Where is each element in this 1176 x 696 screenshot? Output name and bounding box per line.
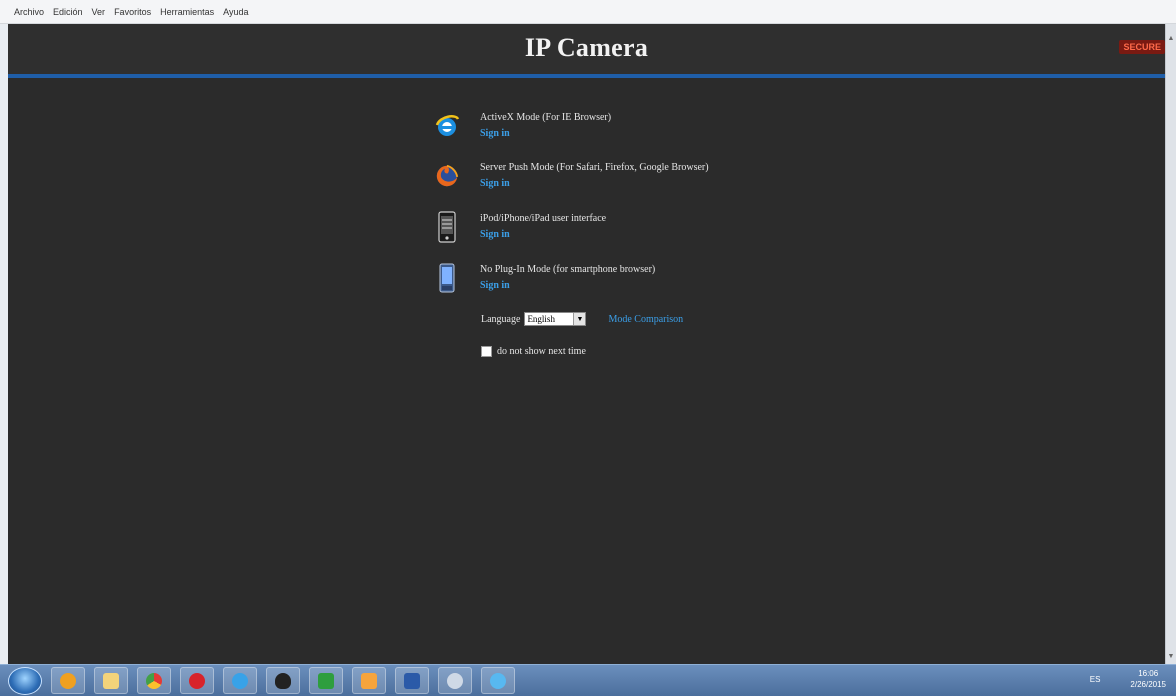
tray-language[interactable]: ES — [1090, 675, 1101, 684]
clock-time: 16:06 — [1138, 669, 1159, 678]
taskbar-spreadsheet[interactable] — [309, 667, 343, 694]
language-select[interactable]: English ▼ — [524, 312, 587, 326]
mode-server-push-label: Server Push Mode (For Safari, Firefox, G… — [480, 162, 709, 173]
mode-ios-label: iPod/iPhone/iPad user interface — [480, 213, 607, 224]
taskbar-search[interactable] — [438, 667, 472, 694]
server-push-sign-in-link[interactable]: Sign in — [480, 178, 510, 189]
firefox-icon — [434, 160, 460, 192]
start-button[interactable] — [8, 666, 42, 695]
scroll-up-icon[interactable]: ▲ — [1167, 34, 1175, 42]
word-icon — [404, 672, 420, 689]
taskbar-network[interactable] — [481, 667, 515, 694]
activex-sign-in-link[interactable]: Sign in — [480, 128, 510, 139]
menu-favorites[interactable]: Favoritos — [114, 7, 151, 17]
chrome-icon — [146, 672, 162, 689]
folder-icon — [103, 672, 119, 689]
taskbar-chrome[interactable] — [137, 667, 171, 694]
opera-icon — [189, 672, 205, 689]
taskbar-qq[interactable] — [266, 667, 300, 694]
ios-sign-in-link[interactable]: Sign in — [480, 229, 510, 240]
page-viewport: IP Camera SECURE ActiveX Mode (For IE Br… — [8, 24, 1165, 664]
mode-activex: ActiveX Mode (For IE Browser) Sign in — [434, 110, 611, 142]
smartphone-icon — [434, 262, 460, 294]
menu-tools[interactable]: Herramientas — [160, 7, 214, 17]
office-icon — [361, 672, 377, 689]
windows-taskbar: ES 16:06 2/26/2015 — [0, 664, 1176, 696]
phone-device-icon — [434, 211, 460, 243]
mode-no-plugin: No Plug-In Mode (for smartphone browser)… — [434, 262, 655, 294]
no-plugin-sign-in-link[interactable]: Sign in — [480, 280, 510, 291]
system-clock[interactable]: 16:06 2/26/2015 — [1130, 668, 1166, 690]
menu-view[interactable]: Ver — [92, 7, 106, 17]
language-row: Language English ▼ Mode Comparison — [481, 312, 683, 326]
internet-explorer-icon — [232, 672, 248, 689]
mode-no-plugin-label: No Plug-In Mode (for smartphone browser) — [480, 264, 656, 275]
clock-date: 2/26/2015 — [1130, 680, 1166, 689]
media-player-icon — [60, 672, 76, 689]
chevron-down-icon[interactable]: ▼ — [573, 313, 586, 325]
network-globe-icon — [490, 672, 506, 689]
page-title: IP Camera — [524, 33, 649, 62]
internet-explorer-icon — [434, 110, 460, 142]
taskbar-folder[interactable] — [94, 667, 128, 694]
taskbar-media-player[interactable] — [51, 667, 85, 694]
taskbar-internet-explorer[interactable] — [223, 667, 257, 694]
language-label: Language — [481, 313, 521, 325]
search-icon — [447, 672, 463, 689]
mode-activex-label: ActiveX Mode (For IE Browser) — [480, 112, 612, 123]
language-select-value: English — [527, 314, 555, 324]
taskbar-office[interactable] — [352, 667, 386, 694]
mode-server-push: Server Push Mode (For Safari, Firefox, G… — [434, 160, 709, 192]
taskbar-word[interactable] — [395, 667, 429, 694]
browser-menubar: Archivo Edición Ver Favoritos Herramient… — [0, 0, 1176, 24]
page-header: IP Camera SECURE — [8, 24, 1165, 78]
mode-ios: iPod/iPhone/iPad user interface Sign in — [434, 211, 606, 243]
system-tray: ES 16:06 2/26/2015 — [1090, 668, 1166, 690]
scroll-down-icon[interactable]: ▼ — [1167, 652, 1175, 660]
do-not-show-checkbox[interactable] — [481, 346, 492, 357]
spreadsheet-icon — [318, 672, 334, 689]
remember-row: do not show next time — [481, 346, 586, 357]
mode-comparison-link[interactable]: Mode Comparison — [608, 314, 683, 325]
taskbar-opera[interactable] — [180, 667, 214, 694]
menu-edit[interactable]: Edición — [53, 7, 83, 17]
do-not-show-label: do not show next time — [497, 346, 586, 357]
qq-penguin-icon — [275, 672, 291, 689]
menu-file[interactable]: Archivo — [14, 7, 44, 17]
vertical-scrollbar[interactable]: ▲ ▼ — [1165, 24, 1176, 664]
brand-logo: SECURE — [1119, 40, 1165, 54]
menu-help[interactable]: Ayuda — [223, 7, 248, 17]
